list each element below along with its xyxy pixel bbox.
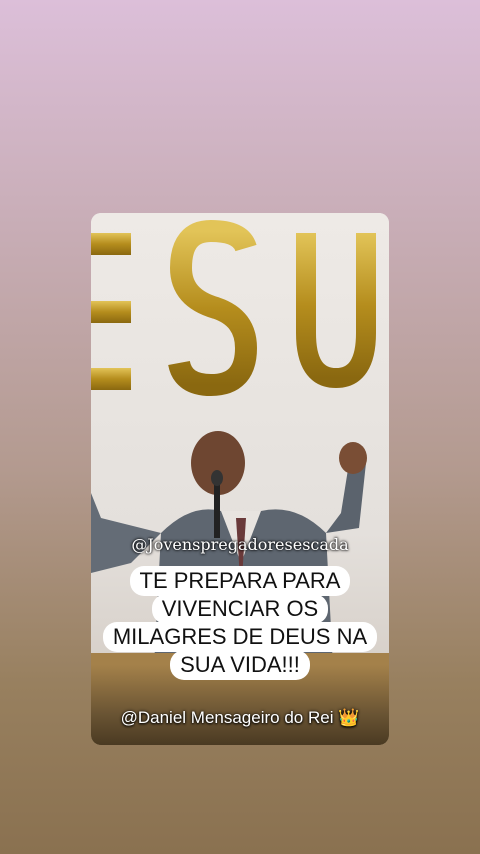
wall-letters-image [91, 219, 376, 397]
caption-line: TE PREPARA PARA [129, 566, 351, 596]
credit-text: @Daniel Mensageiro do Rei 👑 [91, 708, 389, 728]
video-card[interactable]: @Jovenspregadoresescada TE PREPARA PARA … [91, 213, 389, 745]
crown-icon: 👑 [338, 708, 360, 727]
credit-handle: @Daniel Mensageiro do Rei [120, 708, 334, 727]
caption-line: VIVENCIAR OS [151, 594, 329, 624]
caption-block: TE PREPARA PARA VIVENCIAR OS MILAGRES DE… [91, 566, 389, 680]
caption-line: MILAGRES DE DEUS NA [102, 622, 378, 652]
caption-line: SUA VIDA!!! [170, 650, 310, 680]
watermark-text: @Jovenspregadoresescada [131, 535, 349, 554]
